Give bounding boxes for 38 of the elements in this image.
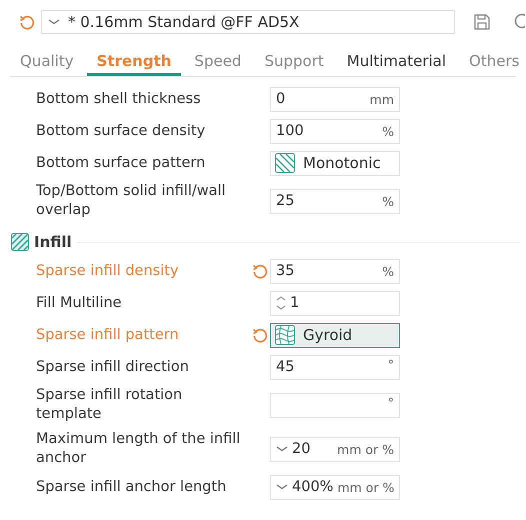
save-icon[interactable]: [473, 13, 491, 31]
preset-name: * 0.16mm Standard @FF AD5X: [68, 13, 300, 31]
combo-field[interactable]: 20 mm or %: [270, 436, 400, 462]
setting-label: Maximum length of the infill anchor: [36, 430, 242, 468]
setting-label: Top/Bottom solid infill/wall overlap: [36, 182, 227, 220]
combo-field[interactable]: 400% mm or %: [270, 474, 400, 500]
caret-icon[interactable]: [276, 445, 288, 453]
caret-icon[interactable]: [276, 483, 288, 491]
spin-field[interactable]: 1: [270, 290, 400, 316]
setting-label: Sparse infill anchor length: [36, 478, 228, 496]
caret-icon: [48, 18, 60, 26]
setting-label: Bottom surface density: [36, 122, 206, 140]
setting-label: Sparse infill density: [36, 262, 180, 280]
hatched-square-icon: [11, 233, 29, 251]
preset-dropdown[interactable]: * 0.16mm Standard @FF AD5X: [41, 10, 455, 34]
wavy-grid-icon: [275, 325, 295, 345]
input-field[interactable]: 0 mm: [270, 86, 400, 112]
setting-label: Sparse infill direction: [36, 358, 190, 376]
diagonal-lines-icon: [275, 153, 295, 173]
reset-icon[interactable]: [252, 327, 268, 343]
pattern-dropdown[interactable]: Gyroid: [270, 322, 400, 348]
stepper-icon[interactable]: [276, 295, 286, 311]
setting-label: Sparse infill rotation template: [36, 386, 184, 424]
input-field[interactable]: 100 %: [270, 118, 400, 144]
setting-label: Bottom shell thickness: [36, 90, 202, 108]
input-field[interactable]: 45 °: [270, 354, 400, 380]
reset-icon[interactable]: [252, 263, 268, 279]
input-field[interactable]: °: [270, 392, 400, 418]
input-field[interactable]: 35 %: [270, 258, 400, 284]
setting-label: Fill Multiline: [36, 294, 123, 312]
tab[interactable]: Multimaterial: [336, 48, 456, 76]
setting-label: Sparse infill pattern: [36, 326, 180, 344]
search-icon[interactable]: [513, 13, 525, 31]
reset-icon[interactable]: [19, 14, 35, 30]
section-title: Infill: [34, 233, 72, 251]
pattern-dropdown[interactable]: Monotonic: [270, 150, 400, 176]
input-field[interactable]: 25 %: [270, 188, 400, 214]
setting-label: Bottom surface pattern: [36, 154, 206, 172]
